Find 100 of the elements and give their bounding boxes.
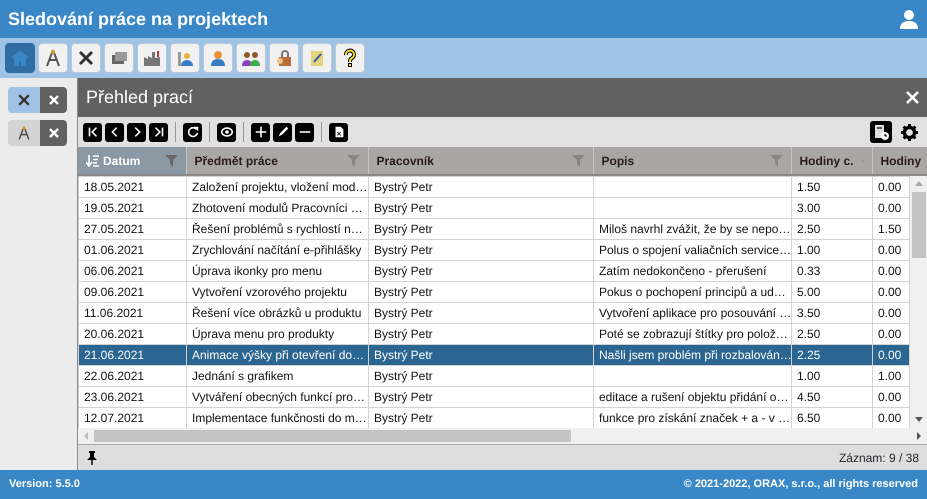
next-button[interactable] xyxy=(127,122,146,142)
table-cell: Vytváření obecných funkcí pro… xyxy=(186,386,368,408)
table-cell: Bystrý Petr xyxy=(368,408,594,428)
table-cell: 09.06.2021 xyxy=(78,282,186,302)
copyright-text: © 2021-2022, ORAX, s.r.o., all rights reserved xyxy=(684,477,918,492)
table-cell: Zhotovení modulů Pracovníci … xyxy=(186,198,368,218)
table-cell: 0.00 xyxy=(872,240,910,260)
table-cell: 1.00 xyxy=(872,366,910,386)
calculator-clock-icon xyxy=(872,123,890,141)
table-cell: Řešení více obrázků u produktu xyxy=(186,302,368,324)
table-cell: 0.33 xyxy=(792,260,872,282)
home-icon xyxy=(10,48,30,68)
table-cell: 6.50 xyxy=(792,408,872,428)
eye-button[interactable] xyxy=(217,122,236,142)
table-cell: 1.00 xyxy=(792,240,872,260)
first-button[interactable] xyxy=(83,122,102,142)
column-header[interactable]: Popis xyxy=(593,147,791,175)
close-icon[interactable] xyxy=(906,91,919,104)
table-cell: 27.05.2021 xyxy=(78,218,186,240)
compass-icon xyxy=(16,125,32,141)
app-title: Sledování práce na projektech xyxy=(8,8,268,31)
toolbar-button[interactable] xyxy=(71,43,101,73)
spreadsheet-button[interactable] xyxy=(329,122,348,142)
table-cell: Pokus o pochopení principů a ud… xyxy=(594,282,792,302)
column-header[interactable]: Předmět práce xyxy=(186,147,368,175)
table-cell: 0.00 xyxy=(872,260,910,282)
table-cell: Miloš navrhl zvážit, že by se nepo… xyxy=(594,218,792,240)
table-cell: 12.07.2021 xyxy=(78,408,186,428)
version-text: Version: 5.5.0 xyxy=(9,477,80,492)
table-cell: Animace výšky při otevření do… xyxy=(186,344,368,366)
toolbar-button[interactable] xyxy=(38,43,68,73)
settings-icon[interactable] xyxy=(901,124,918,140)
pencil-button[interactable] xyxy=(273,122,292,142)
panel-title: Přehled prací xyxy=(86,86,194,109)
scroll-thumb[interactable] xyxy=(912,192,926,258)
table-cell: 20.06.2021 xyxy=(78,324,186,344)
column-header[interactable]: Hodiny xyxy=(872,147,927,175)
previous-button[interactable] xyxy=(105,122,124,142)
open-module-tab[interactable] xyxy=(8,87,40,113)
table-cell: 23.06.2021 xyxy=(78,386,186,408)
column-label: Datum xyxy=(103,152,140,170)
column-label: Hodiny xyxy=(880,152,922,170)
scroll-thumb[interactable] xyxy=(94,430,571,442)
table-cell: 2.50 xyxy=(792,324,872,344)
table-cell: Zatím nedokončeno - přerušení xyxy=(594,260,792,282)
plus-button[interactable] xyxy=(251,122,270,142)
pin-icon[interactable] xyxy=(86,450,98,464)
table-cell: Vytvoření aplikace pro posouvání … xyxy=(594,302,792,324)
table-cell: Poté se zobrazují štítky pro polož… xyxy=(594,324,792,344)
table-cell: Bystrý Petr xyxy=(368,324,594,344)
table-cell: 0.00 xyxy=(872,344,910,366)
close-icon xyxy=(48,95,58,105)
table-cell: 0.00 xyxy=(872,198,910,218)
table-cell: 19.05.2021 xyxy=(78,198,186,218)
column-header[interactable]: Pracovník xyxy=(368,147,593,175)
table-cell: 0.00 xyxy=(872,282,910,302)
horizontal-scrollbar[interactable] xyxy=(78,428,927,444)
scroll-down-icon[interactable] xyxy=(915,417,923,422)
column-label: Pracovník xyxy=(376,152,434,170)
factory-icon xyxy=(142,48,162,68)
table-cell: 1.50 xyxy=(792,176,872,198)
table-cell: Implementace funkčnosti do m… xyxy=(186,408,368,428)
table-cell: 4.50 xyxy=(792,386,872,408)
table-cell: Úprava ikonky pro menu xyxy=(186,260,368,282)
last-button[interactable] xyxy=(149,122,168,142)
column-label: Předmět práce xyxy=(194,152,278,170)
compass-icon xyxy=(43,48,63,68)
column-header[interactable]: Hodiny c. xyxy=(791,147,872,175)
table-cell: editace a rušení objektu přidání o… xyxy=(594,386,792,408)
table-cell: funkce pro získání značek + a - v … xyxy=(594,408,792,428)
sort-descending-icon xyxy=(86,154,99,166)
table-cell: Bystrý Petr xyxy=(368,240,594,260)
close-button[interactable] xyxy=(40,87,67,113)
table-cell: 18.05.2021 xyxy=(78,176,186,198)
calculator-clock-button[interactable] xyxy=(870,121,892,143)
user-icon[interactable] xyxy=(899,9,919,29)
table-cell: 11.06.2021 xyxy=(78,302,186,324)
plus-icon xyxy=(254,125,268,139)
close-button[interactable] xyxy=(40,120,67,146)
table-cell: Bystrý Petr xyxy=(368,260,594,282)
vertical-scrollbar[interactable] xyxy=(910,176,927,428)
table-cell: Bystrý Petr xyxy=(368,386,594,408)
toolbar-button[interactable] xyxy=(335,43,365,73)
table-cell: Úprava menu pro produkty xyxy=(186,324,368,344)
record-counter: Záznam: 9 / 38 xyxy=(838,450,919,466)
eye-icon xyxy=(220,125,234,139)
table-cell: Založení projektu, vložení mod… xyxy=(186,176,368,198)
table-cell: Našli jsem problém při rozbalován… xyxy=(594,344,792,366)
open-module-tab[interactable] xyxy=(8,120,40,146)
person-icon xyxy=(208,48,228,68)
table-cell: Bystrý Petr xyxy=(368,366,594,386)
table-cell: Polus o spojení valiačních service… xyxy=(594,240,792,260)
table-cell: Jednání s grafikem xyxy=(186,366,368,386)
pencil-icon xyxy=(276,125,290,139)
table-cell: Bystrý Petr xyxy=(368,302,594,324)
minus-button[interactable] xyxy=(295,122,314,142)
table-cell: 1.50 xyxy=(872,218,910,240)
refresh-button[interactable] xyxy=(183,122,202,142)
close-icon xyxy=(48,128,58,138)
table-cell: 0.00 xyxy=(872,324,910,344)
